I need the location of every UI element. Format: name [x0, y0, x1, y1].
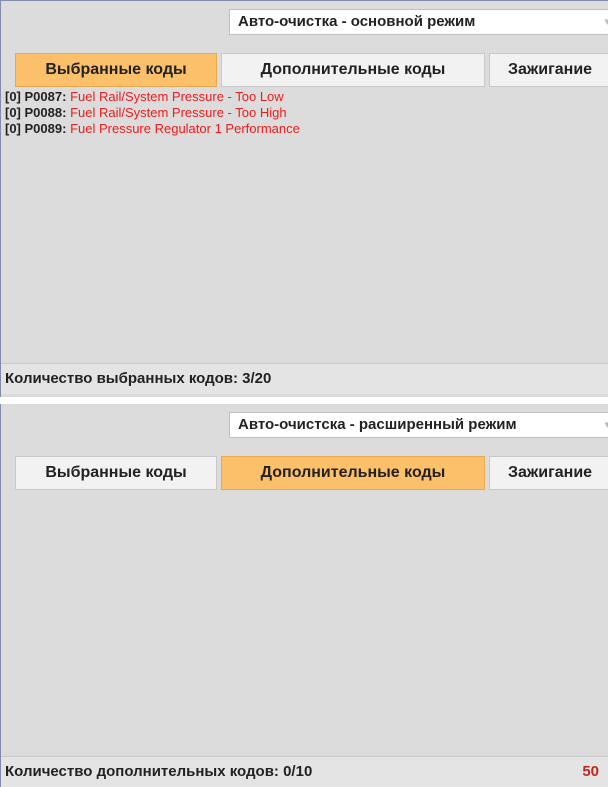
code-description: Fuel Rail/System Pressure - Too Low	[70, 89, 284, 104]
tab-selected-codes[interactable]: Выбранные коды	[15, 456, 217, 490]
chevron-down-icon: ▾	[604, 413, 608, 437]
code-description: Fuel Rail/System Pressure - Too High	[70, 105, 287, 120]
mode-select-label: Авто-очистска - расширенный режим	[238, 416, 517, 433]
status-bar: Количество дополнительных кодов: 0/10 50	[1, 756, 608, 787]
code-id: P0089:	[24, 121, 67, 136]
code-index: [0]	[5, 121, 21, 136]
code-index: [0]	[5, 105, 21, 120]
selected-count-label: Количество выбранных кодов: 3/20	[5, 370, 272, 387]
codes-list[interactable]: [0] P0087: Fuel Rail/System Pressure - T…	[1, 89, 608, 357]
code-description: Fuel Pressure Regulator 1 Performance	[70, 121, 300, 136]
mode-select-label: Авто-очистка - основной режим	[238, 13, 476, 30]
additional-count-label: Количество дополнительных кодов: 0/10	[5, 763, 313, 780]
tab-additional-codes[interactable]: Дополнительные коды	[221, 53, 485, 87]
tab-additional-codes[interactable]: Дополнительные коды	[221, 456, 485, 490]
code-row[interactable]: [0] P0087: Fuel Rail/System Pressure - T…	[1, 89, 608, 105]
code-id: P0088:	[24, 105, 67, 120]
status-bar: Количество выбранных кодов: 3/20	[1, 363, 608, 394]
code-row[interactable]: [0] P0089: Fuel Pressure Regulator 1 Per…	[1, 121, 608, 137]
code-id: P0087:	[24, 89, 67, 104]
codes-list[interactable]	[1, 492, 608, 750]
auto-clean-extended-panel: Авто-очистска - расширенный режим ▾ Выбр…	[0, 404, 608, 787]
code-index: [0]	[5, 89, 21, 104]
tab-ignition[interactable]: Зажигание	[489, 53, 608, 87]
code-row[interactable]: [0] P0088: Fuel Rail/System Pressure - T…	[1, 105, 608, 121]
mode-select[interactable]: Авто-очистка - основной режим ▾	[229, 9, 608, 35]
tab-ignition[interactable]: Зажигание	[489, 456, 608, 490]
status-number: 50	[582, 763, 599, 780]
mode-bar: Авто-очистска - расширенный режим ▾	[1, 404, 608, 444]
mode-bar: Авто-очистка - основной режим ▾	[1, 1, 608, 41]
chevron-down-icon: ▾	[604, 10, 608, 34]
auto-clean-basic-panel: Авто-очистка - основной режим ▾ Выбранны…	[0, 0, 608, 397]
mode-select[interactable]: Авто-очистска - расширенный режим ▾	[229, 412, 608, 438]
tab-selected-codes[interactable]: Выбранные коды	[15, 53, 217, 87]
